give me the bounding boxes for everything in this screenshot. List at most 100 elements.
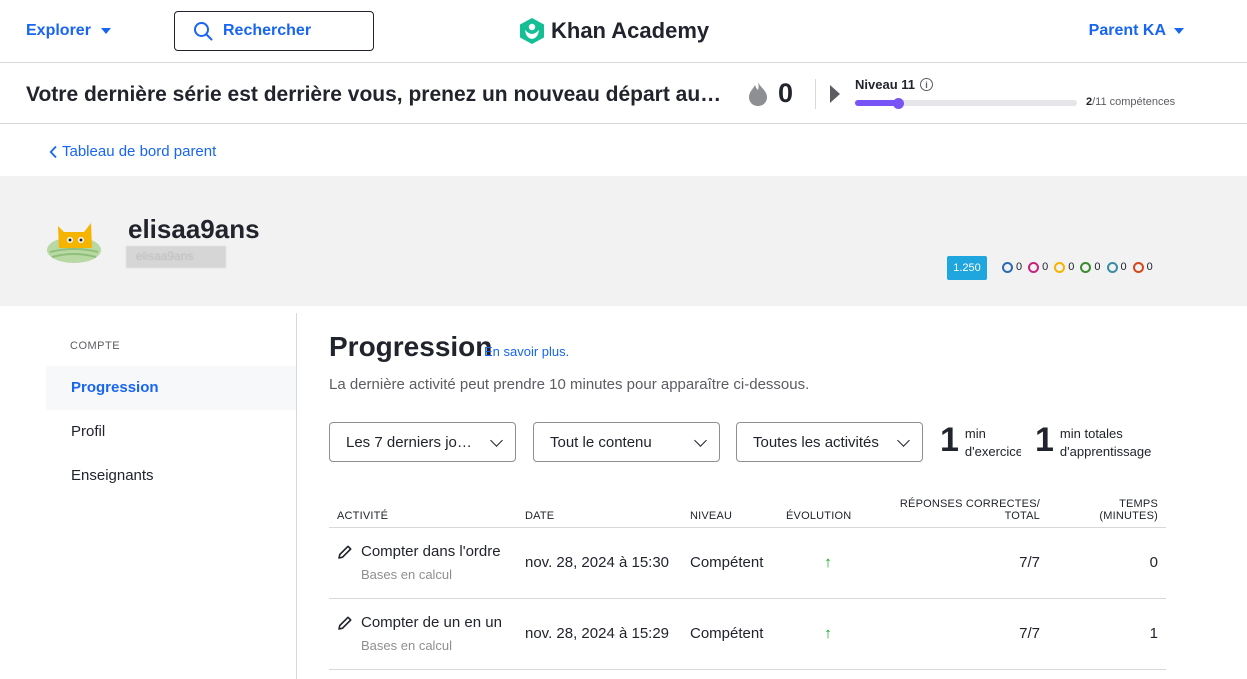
chevron-down-icon <box>694 434 707 447</box>
sun-badge: 0 <box>1080 261 1101 273</box>
khan-academy-logo[interactable]: Khan Academy <box>519 17 709 45</box>
date-cell: nov. 28, 2024 à 15:30 <box>517 527 682 599</box>
col-level: NIVEAU <box>682 489 778 528</box>
badge-count: 0 <box>1042 261 1049 273</box>
content-dropdown[interactable]: Tout le contenu <box>533 422 720 462</box>
badge-count: 0 <box>1146 261 1153 273</box>
col-correct-line-2: TOTAL <box>1004 509 1040 522</box>
exercise-minutes-stat: 1 min d'exercice <box>940 423 1021 461</box>
level-label: Niveau 11 i <box>855 77 933 92</box>
challenge-badge: 0 <box>1132 261 1153 273</box>
col-time-line-2: (MINUTES) <box>1099 509 1158 522</box>
back-link-label: Tableau de bord parent <box>62 143 217 160</box>
page-subtitle: La dernière activité peut prendre 10 min… <box>329 376 810 393</box>
activity-title: Compter de un en un <box>361 614 502 631</box>
avatar[interactable] <box>46 220 102 264</box>
level-cell: Compétent <box>682 527 778 599</box>
top-nav: Explorer Rechercher Khan Academy Parent … <box>0 0 1247 63</box>
table-row[interactable]: Compter de un en un Bases en calcul nov.… <box>329 598 1166 670</box>
explore-label: Explorer <box>26 22 91 39</box>
level-progress-knob <box>893 97 905 109</box>
learning-minutes-label: min totales d'apprentissage <box>1060 425 1151 461</box>
chevron-down-icon <box>490 434 503 447</box>
activity-name[interactable]: Compter de un en un <box>337 614 509 631</box>
activity-cell: Compter dans l'ordre Bases en calcul <box>329 527 517 599</box>
learn-more-link[interactable]: En savoir plus. <box>484 344 569 359</box>
arrow-up-icon: ↑ <box>778 598 878 670</box>
energy-points-badge: 1.250 <box>947 256 987 280</box>
streak-message[interactable]: Votre dernière série est derrière vous, … <box>26 83 721 107</box>
activities-dropdown-value: Toutes les activités <box>753 434 879 451</box>
col-correct-line-1: RÉPONSES CORRECTES/ <box>899 497 1040 510</box>
activity-cell: Compter de un en un Bases en calcul <box>329 598 517 670</box>
arrow-up-icon: ↑ <box>778 527 878 599</box>
khan-logo-icon <box>520 18 544 44</box>
level-cell: Compétent <box>682 598 778 670</box>
pencil-icon <box>338 545 352 559</box>
search-button[interactable]: Rechercher <box>174 11 374 51</box>
challenge-icon <box>1132 261 1144 273</box>
back-to-parent-dashboard-link[interactable]: Tableau de bord parent <box>49 143 216 160</box>
chevron-left-icon <box>49 145 57 158</box>
sidebar-item-progression[interactable]: Progression <box>46 366 296 410</box>
date-cell: nov. 28, 2024 à 15:29 <box>517 598 682 670</box>
activities-dropdown[interactable]: Toutes les activités <box>736 422 923 462</box>
correct-cell: 7/7 <box>878 527 1048 599</box>
col-correct: RÉPONSES CORRECTES/ TOTAL <box>878 489 1048 528</box>
streak-bar: Votre dernière série est derrière vous, … <box>0 63 1247 124</box>
skills-total: /11 compétences <box>1092 96 1176 108</box>
black-hole-badge: 0 <box>1106 261 1127 273</box>
level-progress-bar <box>855 97 1077 109</box>
black-hole-icon <box>1106 261 1118 273</box>
info-icon[interactable]: i <box>920 78 933 91</box>
activity-name[interactable]: Compter dans l'ordre <box>337 543 509 560</box>
table-header-row: ACTIVITÉ DATE NIVEAU ÉVOLUTION RÉPONSES … <box>329 489 1166 528</box>
meteorite-badge: 0 <box>1002 261 1022 273</box>
earth-badge: 0 <box>1054 261 1074 273</box>
caret-down-icon <box>1174 28 1184 34</box>
play-icon[interactable] <box>830 85 840 103</box>
flame-icon <box>749 82 767 106</box>
page-title: Progression <box>329 331 493 362</box>
activity-course: Bases en calcul <box>361 567 453 582</box>
table-row[interactable]: Compter dans l'ordre Bases en calcul nov… <box>329 527 1166 599</box>
moon-badge: 0 <box>1028 261 1048 273</box>
period-dropdown[interactable]: Les 7 derniers jo… <box>329 422 516 462</box>
level-text: Niveau 11 <box>855 77 915 92</box>
exercise-label-line-2: d'exercice <box>964 444 1021 459</box>
logo-text: Khan Academy <box>551 18 710 43</box>
search-label: Rechercher <box>223 22 312 39</box>
sidebar-item-profile[interactable]: Profil <box>46 410 296 454</box>
meteorite-icon <box>1002 261 1013 273</box>
col-date: DATE <box>517 489 682 528</box>
col-evolution: ÉVOLUTION <box>778 489 878 528</box>
learning-label-line-1: min totales <box>1059 426 1123 441</box>
exercise-minutes-label: min d'exercice <box>965 425 1021 461</box>
sidebar-heading: COMPTE <box>70 340 121 352</box>
correct-cell: 7/7 <box>878 598 1048 670</box>
badge-count: 0 <box>1016 261 1023 273</box>
time-cell: 0 <box>1048 527 1166 599</box>
sun-icon <box>1080 261 1092 273</box>
learning-label-line-2: d'apprentissage <box>1059 444 1152 459</box>
level-progress-fill <box>855 97 905 109</box>
badge-count: 0 <box>1094 261 1101 273</box>
sidebar-item-teachers[interactable]: Enseignants <box>46 454 296 498</box>
learning-minutes-value: 1 <box>1035 421 1054 459</box>
profile-banner: elisaa9ans elisaa9ans 1.250 0 0 0 0 0 0 <box>0 176 1247 306</box>
col-time-line-1: TEMPS <box>1119 497 1158 510</box>
username: elisaa9ans <box>128 214 260 244</box>
caret-down-icon <box>100 28 111 34</box>
col-activity: ACTIVITÉ <box>329 489 517 528</box>
content-dropdown-value: Tout le contenu <box>550 434 652 451</box>
moon-icon <box>1028 261 1040 273</box>
learning-minutes-stat: 1 min totales d'apprentissage <box>1035 423 1151 461</box>
activity-title: Compter dans l'ordre <box>361 543 501 560</box>
time-cell: 1 <box>1048 598 1166 670</box>
chevron-down-icon <box>897 434 910 447</box>
streak-count: 0 <box>778 78 794 108</box>
explore-menu[interactable]: Explorer <box>26 22 111 40</box>
exercise-label-line-1: min <box>964 426 986 441</box>
user-menu[interactable]: Parent KA <box>1089 22 1184 40</box>
period-dropdown-value: Les 7 derniers jo… <box>346 434 472 451</box>
